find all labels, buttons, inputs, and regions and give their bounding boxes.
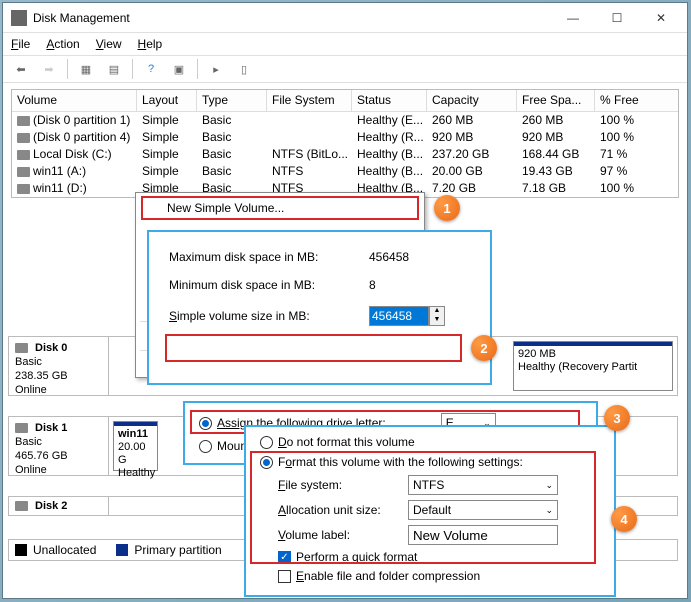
table-row[interactable]: Local Disk (C:)SimpleBasicNTFS (BitLo...… — [12, 146, 678, 163]
col-volume[interactable]: Volume — [12, 90, 137, 111]
legend-unallocated-label: Unallocated — [33, 543, 96, 557]
menu-new-simple-volume[interactable]: New Simple Volume... — [141, 196, 419, 220]
toolbar: ⬅ ➡ ▦ ▤ ? ▣ ▸ ▯ — [3, 55, 687, 83]
app-icon — [11, 10, 27, 26]
legend-primary-label: Primary partition — [134, 543, 221, 557]
table-row[interactable]: (Disk 0 partition 1)SimpleBasicHealthy (… — [12, 112, 678, 129]
drive-icon — [15, 343, 28, 353]
quick-format-checkbox[interactable]: ✓ — [278, 551, 291, 564]
volume-label-input[interactable] — [408, 525, 558, 545]
max-space-label: Maximum disk space in MB: — [169, 250, 369, 264]
volume-size-label: Simple volume size in MB: — [169, 309, 369, 323]
callout-1: 1 — [434, 195, 460, 221]
forward-button[interactable]: ➡ — [37, 58, 61, 80]
max-space-value: 456458 — [369, 250, 476, 264]
table-header: Volume Layout Type File System Status Ca… — [12, 90, 678, 112]
volume-table: Volume Layout Type File System Status Ca… — [11, 89, 679, 198]
disk-0-name: Disk 0 — [35, 341, 67, 355]
minimize-button[interactable]: — — [551, 3, 595, 33]
assign-letter-radio[interactable] — [199, 417, 212, 430]
window-title: Disk Management — [33, 11, 551, 25]
filesystem-select[interactable]: NTFS ⌄ — [408, 475, 558, 495]
menu-action[interactable]: Action — [46, 37, 79, 51]
legend-primary-swatch — [116, 544, 128, 556]
format-radio[interactable] — [260, 456, 273, 469]
refresh-icon[interactable]: ▸ — [204, 58, 228, 80]
format-label: Format this volume with the following se… — [278, 455, 523, 469]
chevron-down-icon: ⌄ — [545, 505, 553, 516]
view-list-icon[interactable]: ▦ — [74, 58, 98, 80]
col-free[interactable]: Free Spa... — [517, 90, 595, 111]
col-filesystem[interactable]: File System — [267, 90, 352, 111]
callout-2: 2 — [471, 335, 497, 361]
no-format-radio[interactable] — [260, 436, 273, 449]
allocation-select[interactable]: Default ⌄ — [408, 500, 558, 520]
col-layout[interactable]: Layout — [137, 90, 197, 111]
col-status[interactable]: Status — [352, 90, 427, 111]
col-pct[interactable]: % Free — [595, 90, 650, 111]
maximize-button[interactable]: ☐ — [595, 3, 639, 33]
legend-unallocated-swatch — [15, 544, 27, 556]
close-button[interactable]: ✕ — [639, 3, 683, 33]
mount-radio[interactable] — [199, 440, 212, 453]
disk-1-name: Disk 1 — [35, 421, 67, 435]
settings-icon[interactable]: ▣ — [167, 58, 191, 80]
size-dialog: Maximum disk space in MB: 456458 Minimum… — [147, 230, 492, 385]
menu-file[interactable]: File — [11, 37, 30, 51]
col-capacity[interactable]: Capacity — [427, 90, 517, 111]
partition-recovery[interactable]: 920 MB Healthy (Recovery Partit — [513, 341, 673, 391]
compression-label: Enable file and folder compression — [296, 569, 480, 583]
volume-size-input[interactable] — [369, 306, 429, 326]
disk-2-name: Disk 2 — [35, 499, 67, 513]
help-icon[interactable]: ? — [139, 58, 163, 80]
volume-label-label: Volume label: — [278, 528, 408, 542]
table-row[interactable]: win11 (A:)SimpleBasicNTFSHealthy (B...20… — [12, 163, 678, 180]
filesystem-label: File system: — [278, 478, 408, 492]
view-detail-icon[interactable]: ▤ — [102, 58, 126, 80]
size-spinner[interactable]: ▲▼ — [429, 306, 445, 326]
properties-icon[interactable]: ▯ — [232, 58, 256, 80]
menu-help[interactable]: Help — [138, 37, 163, 51]
menubar: File Action View Help — [3, 33, 687, 55]
table-row[interactable]: (Disk 0 partition 4)SimpleBasicHealthy (… — [12, 129, 678, 146]
no-format-label: Do not format this volume — [278, 435, 415, 449]
menu-view[interactable]: View — [96, 37, 122, 51]
callout-3: 3 — [604, 405, 630, 431]
back-button[interactable]: ⬅ — [9, 58, 33, 80]
format-dialog: Do not format this volume Format this vo… — [244, 425, 616, 597]
compression-checkbox[interactable] — [278, 570, 291, 583]
quick-format-label: Perform a quick format — [296, 550, 417, 564]
drive-icon — [15, 423, 28, 433]
titlebar: Disk Management — ☐ ✕ — [3, 3, 687, 33]
drive-icon — [15, 501, 28, 511]
min-space-label: Minimum disk space in MB: — [169, 278, 369, 292]
callout-4: 4 — [611, 506, 637, 532]
allocation-label: Allocation unit size: — [278, 503, 408, 517]
col-type[interactable]: Type — [197, 90, 267, 111]
min-space-value: 8 — [369, 278, 476, 292]
partition-win11[interactable]: win11 20.00 G Healthy — [113, 421, 158, 471]
chevron-down-icon: ⌄ — [545, 480, 553, 491]
